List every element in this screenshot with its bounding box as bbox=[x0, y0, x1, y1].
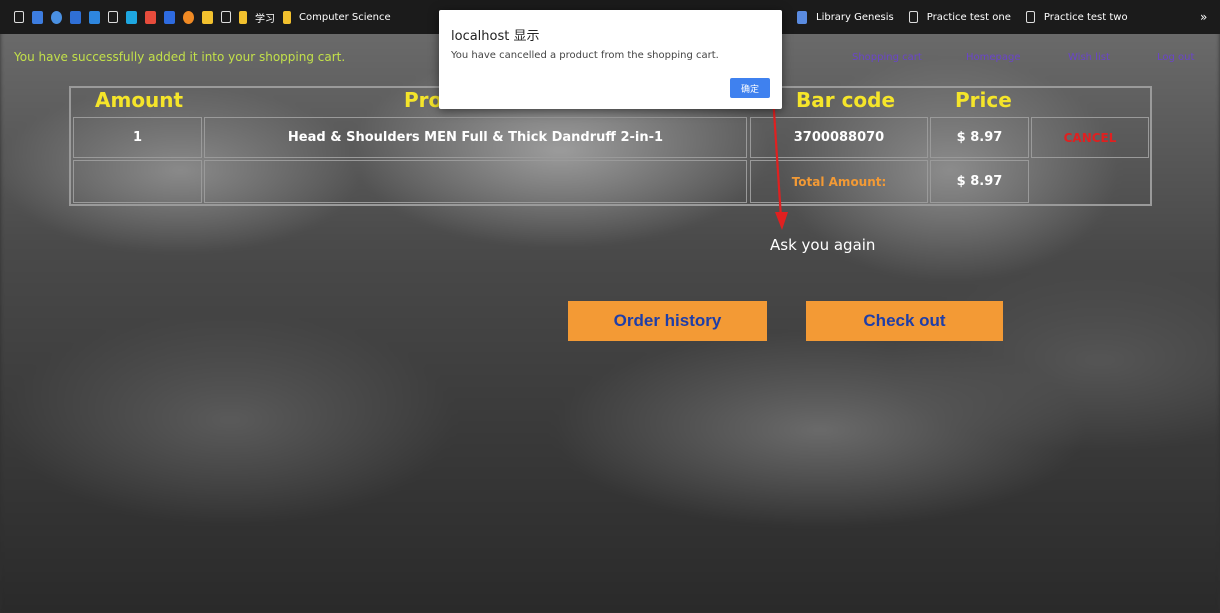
bookmark-practice-test-one[interactable]: Practice test one bbox=[927, 12, 1011, 23]
nav-shopping-cart[interactable]: Shopping cart bbox=[852, 52, 922, 63]
page-icon[interactable] bbox=[108, 11, 118, 23]
tv-icon[interactable] bbox=[126, 10, 137, 24]
ask-again-text: Ask you again bbox=[770, 236, 876, 254]
cancel-button[interactable]: CANCEL bbox=[1031, 117, 1149, 158]
shield-icon[interactable] bbox=[202, 10, 213, 24]
page-icon bbox=[1025, 11, 1035, 23]
cell-barcode: 3700088070 bbox=[750, 117, 928, 158]
mail-icon[interactable] bbox=[145, 10, 156, 24]
alert-dialog: localhost 显示 You have cancelled a produc… bbox=[439, 10, 782, 109]
nav-wish-list[interactable]: Wish list bbox=[1068, 52, 1110, 63]
page-icon[interactable] bbox=[14, 11, 24, 23]
app-icon[interactable] bbox=[32, 10, 43, 24]
globe-icon[interactable] bbox=[51, 10, 62, 24]
bookmark-practice-test-two[interactable]: Practice test two bbox=[1044, 12, 1128, 23]
bookmark-computer-science[interactable]: Computer Science bbox=[299, 12, 391, 23]
cell-product-name: Head & Shoulders MEN Full & Thick Dandru… bbox=[204, 117, 747, 158]
app-icon[interactable] bbox=[164, 10, 175, 24]
page-icon[interactable] bbox=[221, 11, 231, 23]
dialog-ok-button[interactable]: 确定 bbox=[730, 78, 770, 98]
nav-homepage[interactable]: Homepage bbox=[966, 52, 1021, 63]
page-icon bbox=[908, 11, 918, 23]
header-product: Pro bbox=[404, 88, 443, 112]
bookmark-study[interactable]: 学习 bbox=[255, 10, 275, 25]
order-history-button[interactable]: Order history bbox=[568, 301, 767, 341]
header-barcode: Bar code bbox=[796, 88, 896, 112]
cell-empty bbox=[204, 160, 747, 203]
bookmarks-bar-right: Library Genesis Practice test one Practi… bbox=[797, 0, 1128, 34]
total-label: Total Amount: bbox=[750, 160, 928, 203]
cell-empty bbox=[73, 160, 202, 203]
header-amount: Amount bbox=[95, 88, 184, 112]
check-out-button[interactable]: Check out bbox=[806, 301, 1003, 341]
bookmarks-overflow-button[interactable]: » bbox=[1200, 10, 1207, 24]
nav-log-out[interactable]: Log out bbox=[1157, 52, 1194, 63]
total-value: $ 8.97 bbox=[930, 160, 1029, 203]
bookmark-library-genesis[interactable]: Library Genesis bbox=[816, 12, 894, 23]
header-price: Price bbox=[955, 88, 1012, 112]
cell-amount: 1 bbox=[73, 117, 202, 158]
app-icon[interactable] bbox=[89, 10, 100, 24]
bookmark-folder-icon bbox=[283, 10, 291, 24]
app-icon[interactable] bbox=[70, 10, 81, 24]
app-icon[interactable] bbox=[183, 10, 194, 24]
cell-price: $ 8.97 bbox=[930, 117, 1029, 158]
book-icon bbox=[797, 10, 807, 24]
dialog-title: localhost 显示 bbox=[451, 29, 540, 44]
dialog-message: You have cancelled a product from the sh… bbox=[451, 50, 719, 61]
bookmark-folder-icon bbox=[239, 10, 247, 24]
